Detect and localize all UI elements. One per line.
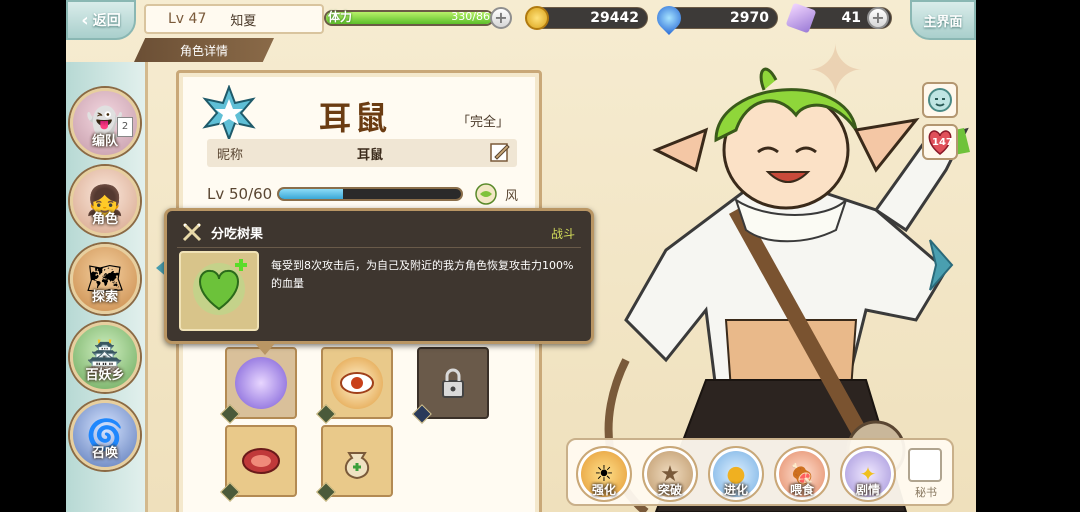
player-name: 知夏 <box>230 13 257 29</box>
sidebar-item-explore[interactable]: 🗺 探索 <box>70 244 140 314</box>
sidebar-item-village[interactable]: 🏯 百妖乡 <box>70 322 140 392</box>
gem-value: 2970 <box>730 10 769 26</box>
skill-slot[interactable] <box>316 347 393 424</box>
sidebar-item-summon[interactable]: 🌀 召唤 <box>70 400 140 470</box>
secretary-label: 秘书 <box>915 486 937 499</box>
enhance-button[interactable]: ☀ 强化 <box>576 446 632 502</box>
sidebar-item-label: 探索 <box>91 290 118 305</box>
item-slot[interactable] <box>316 425 393 502</box>
slot-corner-icon <box>220 404 240 424</box>
gold-counter: 29442 <box>525 6 648 30</box>
secretary-toggle[interactable]: 秘书 <box>908 448 944 499</box>
edit-icon[interactable] <box>489 141 511 163</box>
stamina-label: 体力 <box>328 10 353 24</box>
tooltip-pointer <box>253 341 277 355</box>
locked-skill-slot[interactable] <box>412 347 489 424</box>
feed-button[interactable]: 🍖 喂食 <box>774 446 830 502</box>
sidebar-item-characters[interactable]: 👧 角色 <box>70 166 140 236</box>
action-label: 突破 <box>657 483 682 497</box>
skill-description: 每受到8次攻击后，为自己及附近的我方角色恢复攻击力100%的血量 <box>271 259 574 290</box>
player-level: Lv 47 <box>168 11 207 27</box>
crystal-value: 41 <box>841 10 861 26</box>
affection-count: 147 <box>932 137 953 148</box>
sidebar-item-team[interactable]: 👻 2 编队 <box>70 88 140 158</box>
nickname-value: 耳鼠 <box>357 147 384 163</box>
home-button[interactable]: 主界面 <box>910 0 976 40</box>
crystal-counter: 41 + <box>785 2 892 34</box>
character-state: 「完全」 <box>456 115 509 130</box>
crossed-swords-icon <box>182 222 202 242</box>
affection-button[interactable]: 147 <box>922 124 958 160</box>
stamina-value: 330/86 <box>451 10 490 23</box>
action-bar: ☀ 强化 ★ 突破 ● 进化 🍖 喂食 ✦ 剧情 秘书 <box>566 438 954 506</box>
money-bag-icon <box>331 435 383 487</box>
meat-icon <box>235 435 287 487</box>
back-button[interactable]: ‹ 返回 <box>66 0 136 40</box>
secretary-checkbox[interactable] <box>908 448 942 482</box>
blue-flame-icon <box>652 1 686 35</box>
skill-icon-frame <box>179 251 259 331</box>
gold-value: 29442 <box>590 10 639 26</box>
stamina-add-button[interactable]: + <box>490 7 512 29</box>
skill-type: 战斗 <box>550 227 575 241</box>
skill-title: 分吃树果 <box>211 227 264 242</box>
nickname-label: 昵称 <box>217 147 244 163</box>
sidebar-item-label: 角色 <box>91 212 118 227</box>
game-screen: ✦ ✦ ‹ 返回 Lv 47 知夏 <box>66 0 976 512</box>
gold-coin-icon <box>525 6 549 30</box>
nickname-row: 昵称 耳鼠 <box>207 139 517 167</box>
skill-slot[interactable] <box>220 347 297 424</box>
page-title: 角色详情 <box>134 38 274 62</box>
wind-element-icon <box>475 183 497 205</box>
rarity-star-icon <box>202 85 256 141</box>
sidebar-item-label: 召唤 <box>91 446 118 461</box>
action-label: 剧情 <box>855 483 880 497</box>
breakthrough-button[interactable]: ★ 突破 <box>642 446 698 502</box>
skill-sparkle-icon <box>235 357 287 409</box>
evolve-button[interactable]: ● 进化 <box>708 446 764 502</box>
eye-icon <box>331 357 383 409</box>
crystal-add-button[interactable]: + <box>867 7 889 29</box>
lock-icon <box>427 357 479 409</box>
back-label: 返回 <box>92 13 121 29</box>
gem-counter: 2970 <box>652 1 778 35</box>
story-button[interactable]: ✦ 剧情 <box>840 446 896 502</box>
tooltip-divider <box>177 247 581 248</box>
action-label: 喂食 <box>789 483 814 497</box>
action-label: 强化 <box>591 483 616 497</box>
sidebar-item-label: 百妖乡 <box>85 368 125 383</box>
expression-button[interactable] <box>922 82 958 118</box>
crystal-icon <box>785 2 817 34</box>
food-slot[interactable] <box>220 425 297 502</box>
character-name: 耳鼠 <box>319 99 392 137</box>
xp-fill <box>279 189 343 199</box>
skill-tooltip: 分吃树果 战斗 每受到8次攻击后，为自己及附近的我方角色恢复攻击力100%的血量 <box>164 208 594 355</box>
action-label: 进化 <box>723 483 748 497</box>
slot-corner-icon <box>316 404 336 424</box>
back-arrow-icon: ‹ <box>81 9 89 31</box>
xp-bar <box>277 187 463 201</box>
level-row: Lv 50/60 风 <box>207 183 519 205</box>
player-info: Lv 47 知夏 <box>144 4 324 34</box>
character-level: Lv 50/60 <box>207 185 273 203</box>
element-label: 风 <box>505 189 519 204</box>
next-character-arrow-icon[interactable] <box>928 238 954 292</box>
face-icon <box>928 88 952 112</box>
sidebar-item-label: 编队 <box>91 134 118 149</box>
stamina-bar: 体力 330/86 + <box>324 6 514 30</box>
green-heart-icon <box>193 259 247 315</box>
